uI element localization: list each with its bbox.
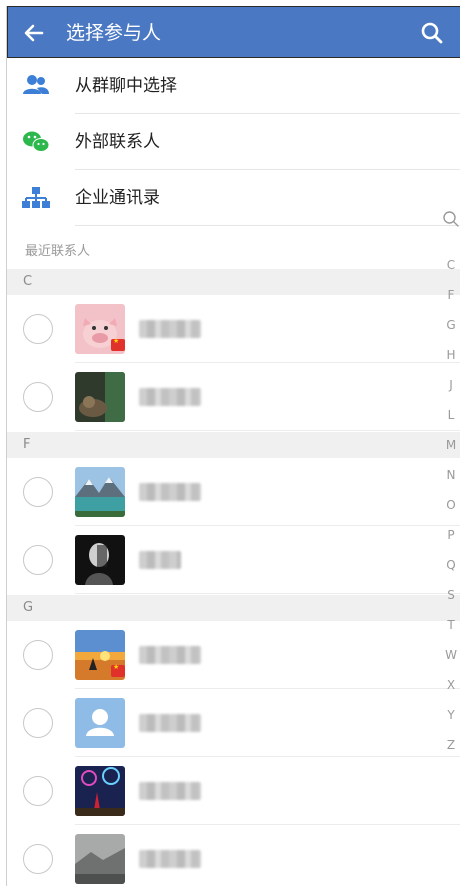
avatar xyxy=(75,467,125,517)
arrow-left-icon[interactable] xyxy=(20,19,48,47)
contact-row[interactable] xyxy=(7,295,460,363)
index-letter[interactable]: F xyxy=(439,288,460,302)
contact-name-blurred xyxy=(139,482,201,502)
select-radio[interactable] xyxy=(23,640,53,670)
contact-row[interactable] xyxy=(7,526,460,594)
section-header-c: C xyxy=(7,269,460,295)
index-letter[interactable]: P xyxy=(439,528,460,542)
contact-row[interactable] xyxy=(7,363,460,431)
index-search-icon[interactable] xyxy=(442,210,460,228)
contact-name-blurred xyxy=(139,849,201,869)
avatar xyxy=(75,766,125,816)
flag-badge xyxy=(111,337,125,351)
contact-row[interactable] xyxy=(7,757,460,825)
flag-badge xyxy=(111,663,125,677)
index-letter[interactable]: X xyxy=(439,678,460,692)
select-radio[interactable] xyxy=(23,545,53,575)
contact-name-blurred xyxy=(139,387,201,407)
recent-contacts-label: 最近联系人 xyxy=(25,244,91,259)
index-letter[interactable]: J xyxy=(439,378,460,392)
section-letter: G xyxy=(23,600,34,615)
option-label: 外部联系人 xyxy=(75,132,160,152)
option-external-contacts[interactable]: 外部联系人 xyxy=(7,114,460,170)
index-letter[interactable]: S xyxy=(439,588,460,602)
option-label: 企业通讯录 xyxy=(75,188,160,208)
index-letter[interactable]: Z xyxy=(439,738,460,752)
select-radio[interactable] xyxy=(23,844,53,874)
contact-name-blurred xyxy=(139,550,181,570)
section-letter: C xyxy=(23,274,33,289)
select-radio[interactable] xyxy=(23,477,53,507)
search-icon[interactable] xyxy=(418,19,446,47)
section-header-g: G xyxy=(7,595,460,621)
group-chat-icon xyxy=(21,72,51,100)
contact-name-blurred xyxy=(139,645,201,665)
select-radio[interactable] xyxy=(23,314,53,344)
index-letter[interactable]: H xyxy=(439,348,460,362)
option-from-group-chat[interactable]: 从群聊中选择 xyxy=(7,58,460,114)
contact-row[interactable] xyxy=(7,458,460,526)
select-radio[interactable] xyxy=(23,776,53,806)
top-app-bar: 选择参与人 xyxy=(7,6,460,58)
avatar xyxy=(75,834,125,884)
contact-row[interactable] xyxy=(7,621,460,689)
contact-row[interactable] xyxy=(7,689,460,757)
index-letter[interactable]: W xyxy=(439,648,460,662)
wechat-icon xyxy=(21,128,51,156)
index-letter[interactable]: M xyxy=(439,438,460,452)
divider xyxy=(75,225,460,226)
section-header-f: F xyxy=(7,432,460,458)
contact-row[interactable] xyxy=(7,825,460,886)
select-radio[interactable] xyxy=(23,708,53,738)
index-letter[interactable]: T xyxy=(439,618,460,632)
org-chart-icon xyxy=(21,184,51,212)
contact-name-blurred xyxy=(139,319,201,339)
avatar xyxy=(75,372,125,422)
index-letter[interactable]: N xyxy=(439,468,460,482)
index-letter[interactable]: O xyxy=(439,498,460,512)
index-letter[interactable]: L xyxy=(439,408,460,422)
contact-name-blurred xyxy=(139,713,201,733)
avatar-default-icon xyxy=(75,698,125,748)
divider xyxy=(75,593,460,594)
divider xyxy=(75,430,460,431)
avatar xyxy=(75,535,125,585)
section-letter: F xyxy=(23,437,31,452)
page-title: 选择参与人 xyxy=(66,22,162,44)
screen: 选择参与人 从群聊中选择 外部联系人 企业通讯录 最近联系人 C ★ F G ★… xyxy=(6,6,460,886)
index-letter[interactable]: Q xyxy=(439,558,460,572)
index-letter[interactable]: G xyxy=(439,318,460,332)
contact-name-blurred xyxy=(139,781,201,801)
index-letter[interactable]: Y xyxy=(439,708,460,722)
index-letter[interactable]: C xyxy=(439,258,460,272)
option-label: 从群聊中选择 xyxy=(75,76,177,96)
select-radio[interactable] xyxy=(23,382,53,412)
option-company-directory[interactable]: 企业通讯录 xyxy=(7,170,460,226)
